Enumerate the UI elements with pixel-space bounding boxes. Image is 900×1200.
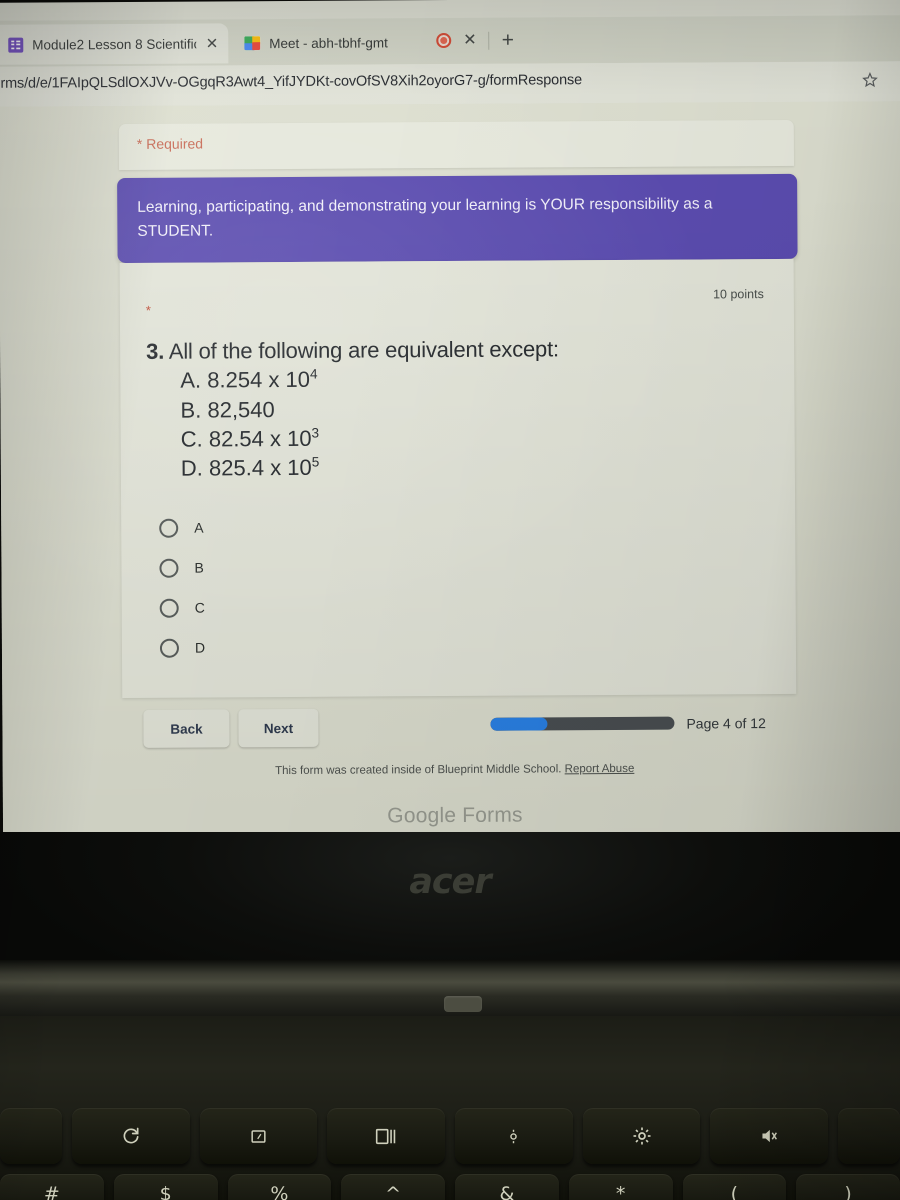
tab-strip-controls: ✕ + xyxy=(436,29,514,52)
choice-label: B. xyxy=(180,397,202,423)
question-card: 10 points * 3. All of the following are … xyxy=(119,258,797,699)
browser-tab-meet[interactable]: Meet - abh-tbhf-gmt xyxy=(234,22,454,63)
address-bar[interactable]: orms/d/e/1FAIpQLSdlOXJVv-OGgqR3Awt4_YifJ… xyxy=(0,61,900,107)
brightness-down-key[interactable] xyxy=(455,1108,573,1164)
close-icon[interactable]: ✕ xyxy=(463,31,477,48)
close-tab-icon[interactable]: ✕ xyxy=(206,35,219,52)
browser-tab-title: Module2 Lesson 8 Scientific Not xyxy=(32,36,197,53)
choice-exponent: 4 xyxy=(309,366,318,382)
form-progress-fill xyxy=(490,717,548,731)
laptop-photo: Module2 Lesson 8 Scientific Not ✕ Meet -… xyxy=(0,0,900,1200)
browser-tab-forms[interactable]: Module2 Lesson 8 Scientific Not ✕ xyxy=(0,23,229,65)
choice-value: 8.254 x 10 xyxy=(207,367,311,393)
required-notice-card: * Required xyxy=(118,119,795,171)
keyboard-function-row xyxy=(0,1108,900,1166)
hinge-latch xyxy=(444,996,482,1012)
mute-key[interactable] xyxy=(710,1108,829,1164)
key-hash[interactable]: # xyxy=(0,1174,104,1200)
radio-option-label: D xyxy=(194,639,206,656)
radio-group: A B C D xyxy=(159,508,205,668)
divider xyxy=(488,31,490,50)
screen-bezel: acer xyxy=(0,832,900,962)
radio-button-icon[interactable] xyxy=(159,638,180,658)
next-button[interactable]: Next xyxy=(238,708,319,748)
key-caret[interactable]: ^ xyxy=(341,1174,445,1200)
radio-option-label: B xyxy=(194,559,204,576)
laptop-screen: Module2 Lesson 8 Scientific Not ✕ Meet -… xyxy=(0,0,900,839)
form-navigation: Back Next Page 4 of 12 xyxy=(2,701,900,757)
banner-text: Learning, participating, and demonstrati… xyxy=(137,195,713,240)
radio-option-label: A xyxy=(194,519,204,536)
choice-exponent: 5 xyxy=(311,454,320,470)
footer-text: This form was created inside of Blueprin… xyxy=(275,763,562,778)
radio-option-c[interactable]: C xyxy=(159,588,205,628)
points-label: 10 points xyxy=(713,287,764,302)
key-paren-open[interactable]: ( xyxy=(682,1174,787,1200)
keyboard-number-row: # $ % ^ & * ( ) xyxy=(0,1174,900,1200)
radio-option-b[interactable]: B xyxy=(159,548,204,588)
star-outline-icon[interactable] xyxy=(861,71,878,93)
choice-label: A. xyxy=(180,367,202,393)
choice-text-d: D. 825.4 x 105 xyxy=(147,450,775,483)
brightness-up-key[interactable] xyxy=(582,1108,701,1164)
overview-key[interactable] xyxy=(327,1108,446,1164)
report-abuse-link[interactable]: Report Abuse xyxy=(565,763,635,775)
key-ampersand[interactable]: & xyxy=(455,1174,559,1200)
key-dollar[interactable]: $ xyxy=(113,1174,218,1200)
choice-exponent: 3 xyxy=(311,425,320,441)
key-paren-close[interactable]: ) xyxy=(796,1174,900,1200)
google-forms-favicon xyxy=(8,37,24,53)
google-forms-page: * Required Learning, participating, and … xyxy=(0,101,900,839)
browser-tab-strip: Module2 Lesson 8 Scientific Not ✕ Meet -… xyxy=(0,15,900,67)
record-dot-icon[interactable] xyxy=(436,32,452,49)
radio-option-label: C xyxy=(194,599,205,616)
radio-option-a[interactable]: A xyxy=(159,508,204,548)
question-title: 3. All of the following are equivalent e… xyxy=(146,333,774,366)
choice-label: C. xyxy=(180,426,203,452)
laptop-hinge xyxy=(0,960,900,1022)
radio-button-icon[interactable] xyxy=(159,598,179,618)
required-note: * Required xyxy=(136,135,204,152)
new-tab-icon[interactable]: + xyxy=(502,29,514,52)
choice-text-c: C. 82.54 x 103 xyxy=(147,421,775,454)
choice-value: 82.54 x 10 xyxy=(208,425,312,452)
keyboard-key-partial-left[interactable] xyxy=(0,1108,62,1164)
browser-tab-title: Meet - abh-tbhf-gmt xyxy=(269,34,388,51)
question-body: 3. All of the following are equivalent e… xyxy=(146,333,775,483)
radio-button-icon[interactable] xyxy=(159,518,179,538)
question-number: 3. xyxy=(146,338,165,364)
back-button[interactable]: Back xyxy=(143,709,230,748)
radio-button-icon[interactable] xyxy=(159,558,179,578)
required-asterisk: * xyxy=(145,302,151,318)
reload-key[interactable] xyxy=(72,1108,190,1164)
choice-value: 82,540 xyxy=(207,396,275,422)
choice-label: D. xyxy=(180,455,203,481)
form-footer: This form was created inside of Blueprin… xyxy=(3,761,900,779)
key-asterisk[interactable]: * xyxy=(568,1174,673,1200)
google-forms-watermark: Google Forms xyxy=(387,803,523,828)
page-indicator: Page 4 of 12 xyxy=(686,715,766,732)
choice-text-a: A. 8.254 x 104 xyxy=(146,362,774,395)
question-text: All of the following are equivalent exce… xyxy=(168,336,559,364)
choice-value: 825.4 x 10 xyxy=(208,454,312,481)
acer-logo: acer xyxy=(409,862,491,902)
fullscreen-key[interactable] xyxy=(199,1108,318,1164)
form-progress-bar xyxy=(490,716,675,731)
google-meet-favicon xyxy=(244,36,261,51)
radio-option-d[interactable]: D xyxy=(159,628,206,668)
choice-text-b: B. 82,540 xyxy=(146,392,774,425)
keyboard-key-partial-right[interactable] xyxy=(838,1108,900,1164)
key-percent[interactable]: % xyxy=(227,1174,332,1200)
form-section-banner: Learning, participating, and demonstrati… xyxy=(117,173,798,264)
url-text: orms/d/e/1FAIpQLSdlOXJVv-OGgqR3Awt4_YifJ… xyxy=(0,72,583,92)
